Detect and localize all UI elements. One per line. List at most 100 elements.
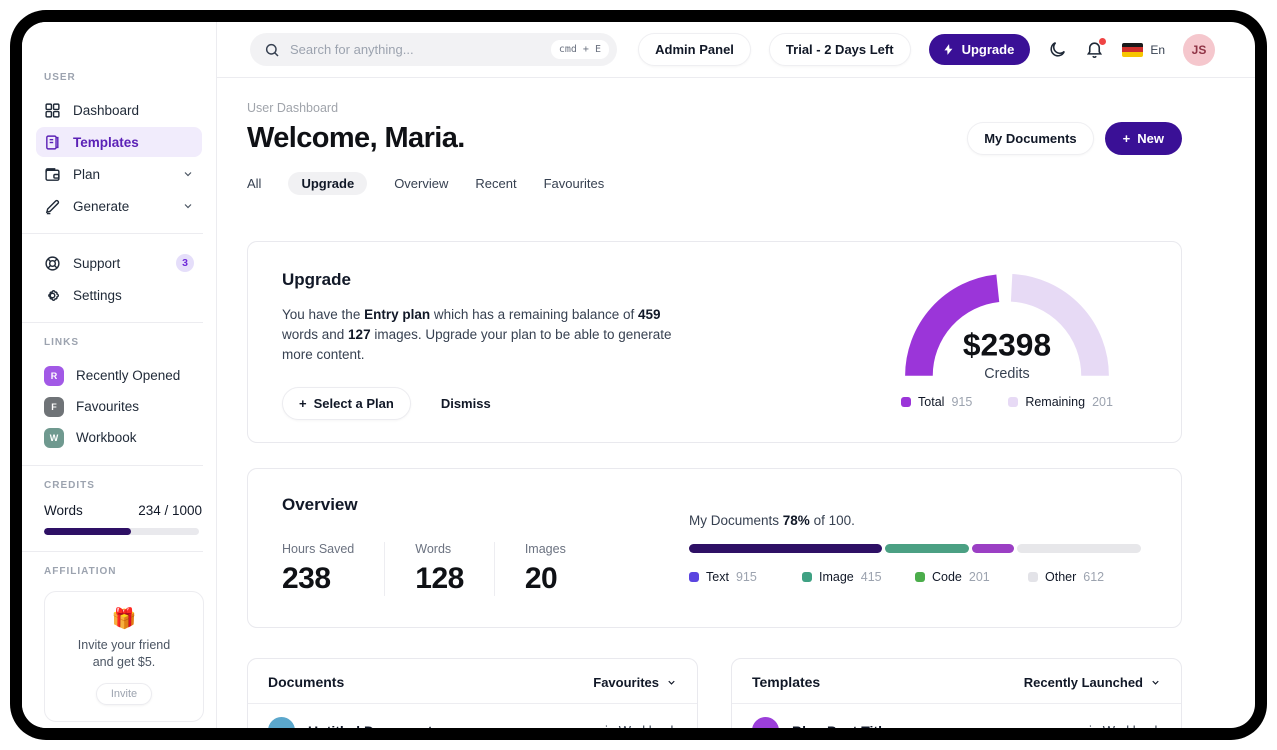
admin-panel-button[interactable]: Admin Panel [638,33,751,66]
my-documents-button[interactable]: My Documents [967,122,1094,155]
documents-card-title: Documents [268,674,345,690]
affiliation-card: 🎁 Invite your friend and get $5. Invite [44,591,204,722]
tab-recent[interactable]: Recent [475,172,516,195]
search-input[interactable] [290,42,541,57]
images-remaining: 127 [348,327,371,342]
sidebar-item-plan[interactable]: Plan [36,159,202,189]
legend-image: Image 415 [802,570,915,584]
credits-label: Words [44,503,83,518]
main-content: User Dashboard Welcome, Maria. My Docume… [217,78,1255,728]
affiliation-text-line2: and get $5. [92,655,156,669]
chevron-down-icon [1152,680,1159,685]
select-plan-button[interactable]: + Select a Plan [282,387,411,420]
legend-swatch [915,572,925,582]
tab-upgrade[interactable]: Upgrade [288,172,368,195]
upgrade-card-body: You have the Entry plan which has a rema… [282,305,690,365]
link-avatar: W [44,427,64,448]
notifications-button[interactable] [1085,38,1107,59]
invite-button[interactable]: Invite [95,683,153,705]
document-avatar [268,717,295,728]
search-icon [265,43,279,57]
dismiss-button[interactable]: Dismiss [441,396,491,411]
legend-value: 915 [735,570,757,584]
upgrade-card: Upgrade You have the Entry plan which ha… [247,241,1182,443]
sidebar-item-generate[interactable]: Generate [36,191,202,221]
templates-card-header: Templates Recently Launched [732,659,1181,704]
new-button-label: New [1137,131,1164,146]
caption-text: of 100. [809,513,855,528]
template-row[interactable]: Blog Post Title in Workbook [732,704,1181,728]
tab-favourites[interactable]: Favourites [544,172,605,195]
template-location: in Workbook [1089,723,1161,728]
pencil-icon [45,199,60,214]
gauge-legend: Total 915 Remaining 201 [881,395,1133,409]
legend-value: 612 [1083,570,1105,584]
legend-remaining: Remaining 201 [1008,395,1113,409]
bar-segment-code [971,544,1014,553]
legend-value: 915 [951,395,973,409]
link-label: Recently Opened [76,368,181,383]
sidebar: USER Dashboard Templates Plan Generate S… [22,22,217,728]
legend-swatch [1028,572,1038,582]
link-label: Favourites [76,399,140,414]
stat-value: 238 [282,562,331,595]
document-row[interactable]: Untitled Document in Workbook [248,704,697,728]
sidebar-item-settings[interactable]: Settings [36,280,202,310]
plus-icon: + [1122,131,1131,146]
sidebar-link-favourites[interactable]: F Favourites [44,391,202,422]
template-avatar [752,717,779,728]
legend-label: Code [932,570,962,584]
sidebar-divider [22,233,203,234]
sidebar-item-label: Templates [73,134,139,150]
stat-images: Images 20 [525,542,596,596]
templates-filter-dropdown[interactable]: Recently Launched [1024,675,1161,690]
main-column: cmd + E Admin Panel Trial - 2 Days Left … [217,22,1255,728]
credits-progress-fill [44,528,131,535]
affiliation-text-line1: Invite your friend [77,638,171,652]
sidebar-item-dashboard[interactable]: Dashboard [36,95,202,125]
tab-overview[interactable]: Overview [394,172,448,195]
page-title: Welcome, Maria. [247,122,465,154]
credits-progress-bar [44,528,199,535]
sidebar-link-workbook[interactable]: W Workbook [44,422,202,453]
legend-swatch [1008,397,1019,407]
lifebuoy-icon [45,255,60,271]
sidebar-section-affiliation: AFFILIATION [44,566,117,577]
trial-status-badge[interactable]: Trial - 2 Days Left [768,33,911,66]
body-text: which has a remaining balance of [430,307,638,322]
credits-value: 234 / 1000 [138,503,202,518]
sidebar-link-recently-opened[interactable]: R Recently Opened [44,360,202,391]
documents-stacked-bar [689,544,1141,553]
language-selector[interactable]: En [1122,42,1165,57]
body-text: You have the [282,307,365,322]
documents-progress-caption: My Documents 78% of 100. [689,513,1141,528]
stat-value: 20 [524,562,558,595]
affiliation-text: Invite your friend and get $5. [55,637,193,671]
template-title: Blog Post Title [792,723,890,729]
search-bar[interactable]: cmd + E [250,33,617,66]
sidebar-divider [22,551,203,552]
tab-all[interactable]: All [247,172,261,195]
legend-label: Remaining [1025,395,1086,409]
upgrade-button[interactable]: Upgrade [928,34,1031,65]
sidebar-item-support[interactable]: Support 3 [36,248,202,278]
stat-words: Words 128 [415,542,495,596]
stat-label: Hours Saved [282,542,355,556]
new-button[interactable]: + New [1104,122,1182,155]
sidebar-item-label: Dashboard [73,102,140,118]
select-plan-label: Select a Plan [313,396,394,411]
sidebar-item-label: Generate [73,198,130,214]
grid-icon [45,102,60,118]
templates-card-title: Templates [752,674,821,690]
dark-mode-toggle[interactable] [1048,40,1067,59]
document-location: in Workbook [605,723,677,728]
sidebar-item-templates[interactable]: Templates [36,127,202,157]
documents-filter-dropdown[interactable]: Favourites [593,675,677,690]
plan-name: Entry plan [364,307,431,322]
sidebar-section-credits: CREDITS [44,480,95,491]
user-avatar[interactable]: JS [1183,33,1215,66]
legend-value: 201 [968,570,990,584]
sidebar-section-user: USER [44,72,76,83]
sidebar-divider [22,322,203,323]
gear-icon [48,289,59,301]
